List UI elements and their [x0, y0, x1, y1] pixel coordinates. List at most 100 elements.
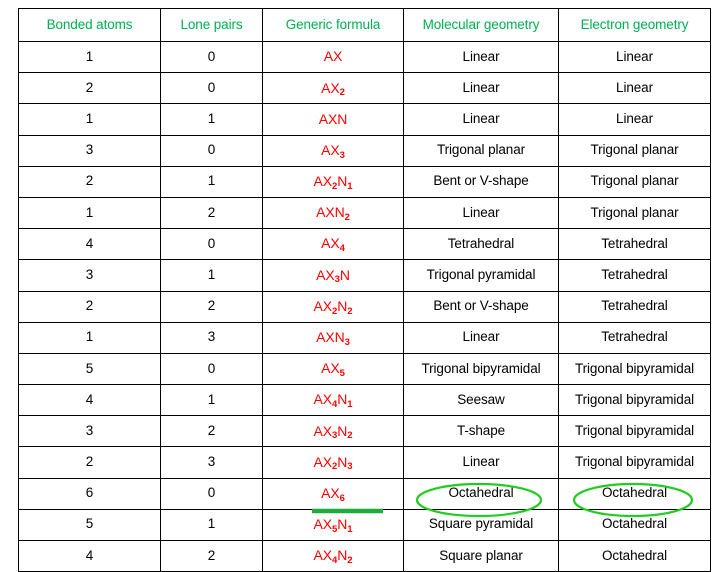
formula-subscript-1: 3 [332, 430, 338, 442]
formula-base: AX [313, 453, 333, 470]
cell-generic-formula: AX3N [262, 259, 404, 292]
column-header-molecular-geometry: Molecular geometry [403, 8, 559, 42]
cell-generic-formula: AX3N2 [262, 415, 404, 448]
cell-molecular-geometry: Bent or V-shape [403, 165, 559, 198]
cell-generic-formula: AX5N1 [262, 508, 404, 542]
table-row: 2 3 AX2N3 Linear Trigonal bipyramidal [18, 446, 711, 479]
cell-lone-pairs: 1 [160, 508, 263, 542]
cell-lone-pairs: 1 [160, 384, 263, 417]
column-header-lone-pairs: Lone pairs [160, 8, 263, 42]
formula-base: AX [313, 297, 333, 314]
cell-generic-formula: AXN3 [262, 321, 404, 354]
cell-bonded-atoms: 2 [18, 165, 161, 198]
formula-base: AX [313, 516, 333, 533]
formula-base: AX [321, 79, 340, 96]
cell-molecular-geometry: Bent or V-shape [403, 290, 559, 323]
formula-base: AX [321, 141, 340, 158]
formula-subscript-2: 1 [347, 399, 353, 411]
cell-molecular-geometry: Linear [403, 72, 559, 105]
cell-generic-formula: AX4N1 [262, 384, 404, 417]
cell-lone-pairs: 0 [160, 134, 263, 167]
table-row: 3 2 AX3N2 T-shape Trigonal bipyramidal [18, 415, 711, 448]
formula-subscript-1: 6 [339, 492, 345, 504]
cell-bonded-atoms: 6 [18, 477, 161, 510]
table-row: 5 1 AX5N1 Square pyramidal Octahedral [18, 508, 711, 542]
cell-lone-pairs: 0 [160, 228, 263, 261]
cell-electron-geometry: Tetrahedral [558, 290, 711, 323]
table-row: 1 2 AXN2 Linear Trigonal planar [18, 196, 711, 230]
formula-subscript-2: 1 [347, 523, 353, 535]
cell-molecular-geometry: Linear [403, 446, 559, 479]
cell-bonded-atoms: 4 [18, 539, 161, 572]
formula-base: AX [321, 360, 340, 377]
table-row: 2 1 AX2N1 Bent or V-shape Trigonal planar [18, 165, 711, 198]
table-row: 1 3 AXN3 Linear Tetrahedral [18, 321, 711, 354]
cell-electron-geometry: Octahedral [558, 477, 711, 510]
column-header-electron-geometry: Electron geometry [558, 8, 711, 42]
cell-electron-geometry: Tetrahedral [558, 259, 711, 292]
table-row: 4 0 AX4 Tetrahedral Tetrahedral [18, 228, 711, 261]
cell-molecular-geometry: Linear [403, 196, 559, 230]
cell-generic-formula: AX2N3 [262, 446, 404, 479]
column-header-generic-formula: Generic formula [262, 8, 404, 42]
cell-lone-pairs: 0 [160, 72, 263, 105]
formula-lonepair-symbol: N [337, 453, 348, 470]
cell-electron-geometry: Octahedral [558, 539, 711, 572]
table-row: 4 1 AX4N1 Seesaw Trigonal bipyramidal [18, 384, 711, 417]
cell-molecular-geometry: Square planar [403, 539, 559, 572]
formula-subscript-1: 3 [339, 149, 345, 161]
cell-lone-pairs: 0 [160, 477, 263, 510]
cell-generic-formula: AX2N2 [262, 290, 404, 323]
cell-generic-formula: AXN [262, 103, 404, 136]
cell-electron-geometry: Trigonal bipyramidal [558, 446, 711, 479]
cell-electron-geometry: Octahedral [558, 508, 711, 542]
cell-bonded-atoms: 5 [18, 352, 161, 386]
table-header-row: Bonded atoms Lone pairs Generic formula … [18, 8, 711, 42]
cell-electron-geometry: Tetrahedral [558, 321, 711, 354]
formula-base: AX [313, 422, 333, 439]
cell-generic-formula: AX3 [262, 134, 404, 167]
cell-molecular-geometry: Linear [403, 321, 559, 354]
cell-electron-geometry: Trigonal bipyramidal [558, 384, 711, 417]
formula-base: AX [313, 547, 333, 564]
cell-lone-pairs: 2 [160, 290, 263, 323]
cell-lone-pairs: 3 [160, 446, 263, 479]
cell-generic-formula: AXN2 [262, 196, 404, 230]
table-row: 1 1 AXN Linear Linear [18, 103, 711, 136]
table-body: 1 0 AX Linear Linear 2 0 AX2 Linear Linear 1 1 AXN Li… [18, 40, 711, 572]
cell-lone-pairs: 1 [160, 103, 263, 136]
formula-lonepair-symbol: N [337, 297, 348, 314]
cell-molecular-geometry: Seesaw [403, 384, 559, 417]
cell-lone-pairs: 1 [160, 259, 263, 292]
formula-subscript-1: 2 [344, 211, 350, 223]
cell-bonded-atoms: 3 [18, 259, 161, 292]
formula-base: AXN [316, 329, 345, 346]
formula-lonepair-symbol: N [337, 422, 348, 439]
cell-electron-geometry: Tetrahedral [558, 228, 711, 261]
formula-subscript-1: 4 [339, 243, 345, 255]
formula-lonepair-symbol: N [339, 266, 350, 283]
cell-generic-formula: AX2N1 [262, 165, 404, 198]
cell-lone-pairs: 3 [160, 321, 263, 354]
cell-electron-geometry: Trigonal bipyramidal [558, 415, 711, 448]
table-row: 2 2 AX2N2 Bent or V-shape Tetrahedral [18, 290, 711, 323]
formula-base: AX [313, 391, 333, 408]
cell-lone-pairs: 1 [160, 165, 263, 198]
cell-molecular-geometry: Linear [403, 103, 559, 136]
formula-subscript-1: 5 [339, 367, 345, 379]
cell-electron-geometry: Trigonal planar [558, 165, 711, 198]
cell-generic-formula: AX2 [262, 72, 404, 105]
cell-bonded-atoms: 2 [18, 72, 161, 105]
cell-molecular-geometry: Linear [403, 40, 559, 74]
formula-subscript-2: 3 [347, 461, 353, 473]
table-header: Bonded atoms Lone pairs Generic formula … [18, 8, 711, 42]
cell-electron-geometry: Trigonal planar [558, 134, 711, 167]
cell-bonded-atoms: 3 [18, 134, 161, 167]
cell-generic-formula: AX5 [262, 352, 404, 386]
cell-molecular-geometry: Trigonal bipyramidal [403, 352, 559, 386]
formula-lonepair-symbol: N [337, 173, 348, 190]
formula-subscript-1: 2 [339, 87, 345, 99]
formula-lonepair-symbol: N [337, 516, 348, 533]
formula-subscript-2: 2 [347, 305, 353, 317]
formula-subscript-1: 4 [332, 399, 338, 411]
